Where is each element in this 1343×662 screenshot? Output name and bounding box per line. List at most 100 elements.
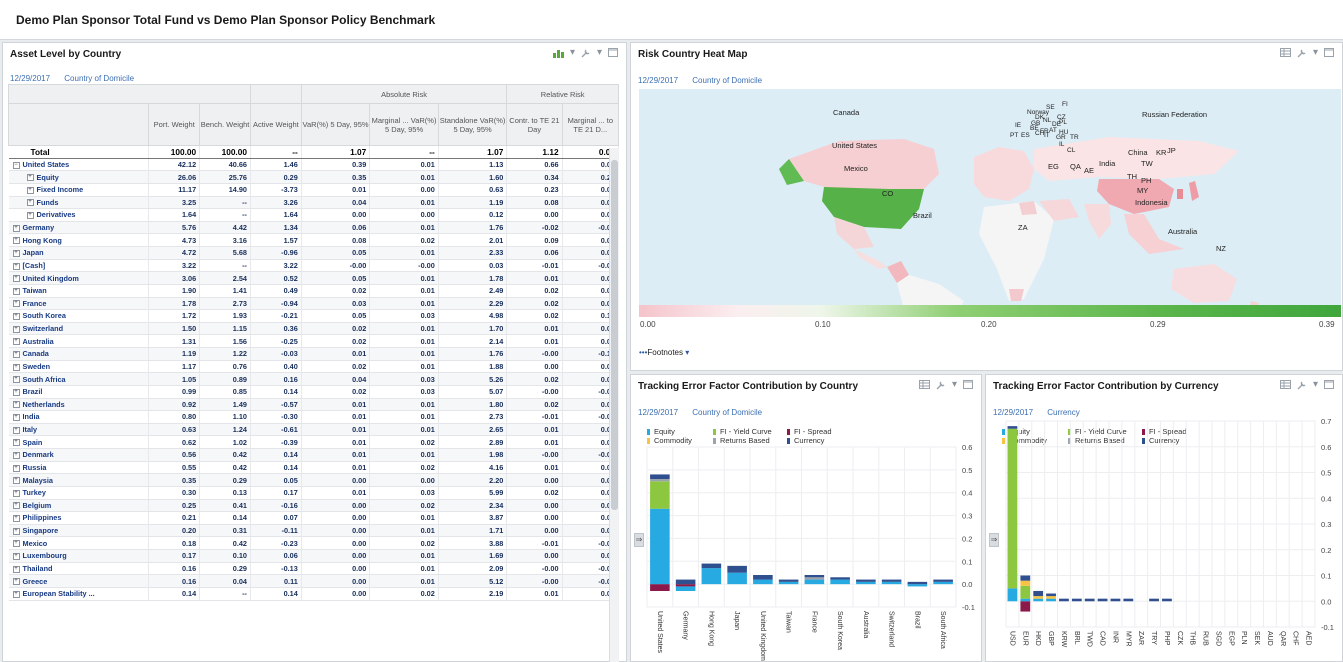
table-row[interactable]: + Denmark 0.56 0.42 0.14 0.01 0.01 1.98 -0.00 -0.… (8, 448, 620, 462)
wrench-icon[interactable] (581, 48, 591, 58)
expand-icon[interactable]: + (12, 527, 20, 535)
bar-segment[interactable] (907, 584, 928, 587)
maximize-icon[interactable] (1324, 48, 1334, 57)
table-row[interactable]: + Italy 0.63 1.24 -0.61 0.01 0.01 2.65 0.01 0.01 (8, 423, 620, 437)
bar-segment[interactable] (804, 579, 825, 585)
column-header[interactable]: Bench. Weight (199, 103, 251, 146)
table-row[interactable]: + Malaysia 0.35 0.29 0.05 0.00 0.00 2.20 0.00 0.0… (8, 473, 620, 487)
expand-icon[interactable]: + (12, 565, 20, 573)
expand-icon[interactable]: + (12, 502, 20, 510)
column-header[interactable]: Active Weight (249, 103, 302, 146)
chart-view-icon[interactable] (552, 48, 564, 58)
bar-segment[interactable] (778, 581, 799, 585)
bar-segment[interactable] (933, 581, 953, 585)
expand-icon[interactable]: + (26, 212, 34, 220)
bar-segment[interactable] (778, 579, 799, 582)
bar-segment[interactable] (1084, 598, 1095, 602)
table-row[interactable]: + Germany 5.76 4.42 1.34 0.06 0.01 1.76 -0.02 -0.… (8, 221, 620, 235)
expand-icon[interactable]: + (12, 515, 20, 523)
table-row[interactable]: + Turkey 0.30 0.13 0.17 0.01 0.03 5.99 0.02 0.08 (8, 486, 620, 500)
expand-icon[interactable]: + (12, 540, 20, 548)
table-row[interactable]: + Singapore 0.20 0.31 -0.11 0.00 0.01 1.71 0.00 0… (8, 524, 620, 538)
table-row[interactable]: + Equity 26.06 25.76 0.29 0.35 0.01 1.60 0.34 0.2… (8, 170, 620, 184)
maximize-icon[interactable] (608, 48, 618, 57)
bar-segment[interactable] (1059, 598, 1069, 602)
table-row[interactable]: + Philippines 0.21 0.14 0.07 0.00 0.01 3.87 0.00… (8, 511, 620, 525)
column-header[interactable]: Marginal ... to TE 21 D... (561, 103, 620, 146)
expand-icon[interactable]: + (12, 249, 20, 257)
expand-icon[interactable]: + (12, 552, 20, 560)
bar-segment[interactable] (650, 508, 670, 585)
column-header[interactable]: Contr. to TE 21 Day (506, 103, 563, 146)
chevron-down-icon[interactable]: ▾ (1313, 47, 1318, 58)
table-row[interactable]: + Greece 0.16 0.04 0.11 0.00 0.01 5.12 -0.00 -0.0… (8, 574, 620, 588)
bar-segment[interactable] (650, 584, 670, 591)
table-row[interactable]: + Belgium 0.25 0.41 -0.16 0.00 0.02 2.34 0.00 0.0… (8, 499, 620, 513)
bar-segment[interactable] (856, 581, 876, 585)
expand-icon[interactable]: + (12, 275, 20, 283)
table-row[interactable]: + United Kingdom 3.06 2.54 0.52 0.05 0.01 1.78 0… (8, 271, 620, 285)
bar-segment[interactable] (830, 577, 850, 580)
table-row[interactable]: + Spain 0.62 1.02 -0.39 0.01 0.02 2.89 0.01 0.03 (8, 435, 620, 449)
table-scrollbar-thumb[interactable] (611, 160, 618, 510)
report-date[interactable]: 12/29/2017 (638, 76, 678, 85)
table-row[interactable]: + India 0.80 1.10 -0.30 0.01 0.01 2.73 -0.01 -0.0… (8, 410, 620, 424)
table-row[interactable]: + France 1.78 2.73 -0.94 0.03 0.01 2.29 0.02 0.03 (8, 297, 620, 311)
bar-segment[interactable] (753, 575, 773, 580)
bar-segment[interactable] (727, 572, 747, 585)
expand-icon[interactable]: + (26, 174, 34, 182)
table-row[interactable]: + Taiwan 1.90 1.41 0.49 0.02 0.01 2.49 0.02 0.03 (8, 284, 620, 298)
total-row[interactable]: Total 100.00 100.00 -- 1.07 -- 1.07 1.12 0.01 (8, 145, 620, 159)
table-row[interactable]: + Russia 0.55 0.42 0.14 0.01 0.02 4.16 0.01 0.07 (8, 461, 620, 475)
world-map[interactable] (639, 89, 1341, 317)
bar-segment[interactable] (1020, 575, 1031, 581)
bar-segment[interactable] (753, 579, 773, 585)
bar-segment[interactable] (1007, 428, 1018, 589)
expand-icon[interactable]: + (12, 287, 20, 295)
bar-segment[interactable] (650, 479, 670, 482)
table-row[interactable]: + South Korea 1.72 1.93 -0.21 0.05 0.03 4.98 0.0… (8, 309, 620, 323)
bar-segment[interactable] (1149, 598, 1159, 602)
bar-segment[interactable] (675, 579, 696, 585)
table-row[interactable]: − United States 42.12 40.66 1.46 0.39 0.01 1.13… (8, 158, 620, 172)
grouping-label[interactable]: Country of Domicile (64, 74, 134, 83)
table-row[interactable]: + Mexico 0.18 0.42 -0.23 0.00 0.02 3.88 -0.01 -0.… (8, 536, 620, 550)
expand-icon[interactable]: + (12, 489, 20, 497)
expand-icon[interactable]: + (12, 325, 20, 333)
column-header[interactable]: VaR(%) 5 Day, 95% (300, 103, 371, 146)
table-row[interactable]: + Sweden 1.17 0.76 0.40 0.02 0.01 1.88 0.00 0.01 (8, 360, 620, 374)
table-row[interactable]: + Fixed Income 11.17 14.90 -3.73 0.01 0.00 0.63… (8, 183, 620, 197)
expand-icon[interactable]: + (12, 313, 20, 321)
table-row[interactable]: + Australia 1.31 1.56 -0.25 0.02 0.01 2.14 0.01 0… (8, 334, 620, 348)
bar-segment[interactable] (650, 474, 670, 479)
country-column-header[interactable] (7, 103, 150, 146)
bar-segment[interactable] (1123, 598, 1134, 602)
grouping-label[interactable]: Country of Domicile (692, 76, 762, 85)
table-row[interactable]: + Thailand 0.16 0.29 -0.13 0.00 0.01 2.09 -0.00-… (8, 562, 620, 576)
expand-icon[interactable]: + (12, 426, 20, 434)
bar-segment[interactable] (1110, 598, 1121, 602)
bar-segment[interactable] (907, 581, 928, 585)
bar-segment[interactable] (1033, 590, 1044, 597)
bar-segment[interactable] (1020, 585, 1031, 599)
table-row[interactable]: + [Cash] 3.22 -- 3.22 -0.00 -0.00 0.03 -0.01 -0.0… (8, 259, 620, 273)
expand-icon[interactable]: + (12, 590, 20, 598)
expand-icon[interactable]: + (12, 237, 20, 245)
bar-segment[interactable] (701, 568, 722, 585)
bar-segment[interactable] (727, 565, 747, 573)
table-row[interactable]: + South Africa 1.05 0.89 0.16 0.04 0.03 5.26 0.0… (8, 372, 620, 386)
expand-icon[interactable]: + (12, 451, 20, 459)
bar-segment[interactable] (1033, 598, 1044, 602)
bar-segment[interactable] (1020, 580, 1031, 586)
bar-segment[interactable] (1033, 596, 1044, 599)
table-row[interactable]: + European Stability ... 0.14 -- 0.14 0.00 0.0… (8, 587, 620, 601)
wrench-icon[interactable] (1297, 48, 1307, 58)
bar-segment[interactable] (881, 581, 902, 585)
expand-icon[interactable]: + (12, 300, 20, 308)
expand-icon[interactable]: + (12, 388, 20, 396)
expand-icon[interactable]: + (12, 363, 20, 371)
bar-segment[interactable] (1046, 598, 1056, 602)
footnotes-toggle[interactable]: •••Footnotes ▾ (639, 348, 689, 357)
bar-segment[interactable] (1071, 598, 1082, 602)
expand-icon[interactable]: + (12, 414, 20, 422)
